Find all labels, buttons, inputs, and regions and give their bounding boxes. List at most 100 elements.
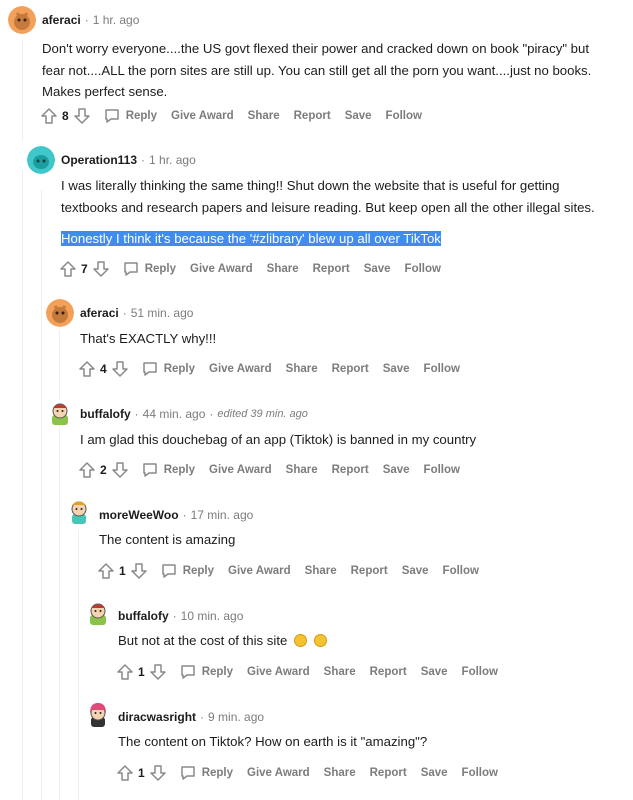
timestamp[interactable]: 51 min. ago <box>131 306 194 320</box>
avatar[interactable] <box>8 6 36 34</box>
upvote-icon[interactable] <box>78 360 96 378</box>
thread-line[interactable] <box>78 530 79 800</box>
thread-line[interactable] <box>22 170 23 800</box>
username[interactable]: Operation113 <box>61 153 137 167</box>
username[interactable]: aferaci <box>42 13 81 27</box>
reply-button[interactable]: Reply <box>179 764 233 782</box>
avatar[interactable] <box>84 599 112 627</box>
follow-button[interactable]: Follow <box>462 767 498 779</box>
reply-button[interactable]: Reply <box>103 107 157 125</box>
vote-count: 7 <box>81 262 88 276</box>
give-award-button[interactable]: Give Award <box>190 263 253 275</box>
avatar[interactable] <box>46 299 74 327</box>
report-button[interactable]: Report <box>313 263 350 275</box>
comment-body: But not at the cost of this site <box>118 630 327 652</box>
timestamp[interactable]: 9 min. ago <box>208 710 264 724</box>
share-button[interactable]: Share <box>286 464 318 476</box>
report-button[interactable]: Report <box>294 110 331 122</box>
upvote-icon[interactable] <box>40 107 58 125</box>
comment-actions: 4 Reply Give Award Share Report Save Fol… <box>78 357 460 381</box>
save-button[interactable]: Save <box>383 363 410 375</box>
avatar[interactable] <box>65 497 93 525</box>
share-button[interactable]: Share <box>267 263 299 275</box>
downvote-icon[interactable] <box>73 107 91 125</box>
downvote-icon[interactable] <box>111 461 129 479</box>
comment-line: That's EXACTLY why!!! <box>80 331 217 346</box>
comment-body: That's EXACTLY why!!! <box>80 328 216 350</box>
give-award-button[interactable]: Give Award <box>247 767 310 779</box>
upvote-icon[interactable] <box>78 461 96 479</box>
upvote-icon[interactable] <box>59 260 77 278</box>
report-button[interactable]: Report <box>332 464 369 476</box>
downvote-icon[interactable] <box>149 764 167 782</box>
give-award-button[interactable]: Give Award <box>228 565 291 577</box>
comment-actions: 2 Reply Give Award Share Report Save Fol… <box>78 458 460 482</box>
reply-button[interactable]: Reply <box>179 663 233 681</box>
comment-icon <box>180 766 195 780</box>
share-button[interactable]: Share <box>324 767 356 779</box>
follow-button[interactable]: Follow <box>443 565 479 577</box>
reply-label: Reply <box>201 666 234 678</box>
give-award-button[interactable]: Give Award <box>209 363 272 375</box>
comment-icon <box>161 564 176 578</box>
timestamp[interactable]: 1 hr. ago <box>93 13 140 27</box>
username[interactable]: moreWeeWoo <box>99 508 179 522</box>
follow-button[interactable]: Follow <box>424 363 460 375</box>
comment-body: Don't worry everyone....the US govt flex… <box>42 38 591 103</box>
downvote-icon[interactable] <box>92 260 110 278</box>
thread-line[interactable] <box>41 190 42 800</box>
reply-button[interactable]: Reply <box>141 360 195 378</box>
reply-button[interactable]: Reply <box>122 260 176 278</box>
report-button[interactable]: Report <box>332 363 369 375</box>
comment-line: I am glad this douchebag of an app (Tikt… <box>80 432 477 447</box>
timestamp[interactable]: 1 hr. ago <box>149 153 196 167</box>
share-button[interactable]: Share <box>324 666 356 678</box>
give-award-button[interactable]: Give Award <box>171 110 234 122</box>
save-button[interactable]: Save <box>345 110 372 122</box>
username[interactable]: buffalofy <box>118 609 169 623</box>
share-button[interactable]: Share <box>305 565 337 577</box>
loudly-crying-face-icon <box>313 634 327 647</box>
thread-line[interactable] <box>22 40 23 140</box>
username[interactable]: aferaci <box>80 306 119 320</box>
report-button[interactable]: Report <box>370 666 407 678</box>
save-button[interactable]: Save <box>421 666 448 678</box>
comment-body: The content on Tiktok? How on earth is i… <box>118 731 427 753</box>
vote-count: 1 <box>138 665 145 679</box>
save-button[interactable]: Save <box>421 767 448 779</box>
timestamp[interactable]: 10 min. ago <box>181 609 244 623</box>
timestamp[interactable]: 17 min. ago <box>191 508 254 522</box>
avatar[interactable] <box>46 399 74 427</box>
comment-actions: 1 Reply Give Award Share Report Save Fol… <box>116 761 498 785</box>
upvote-icon[interactable] <box>116 764 134 782</box>
follow-button[interactable]: Follow <box>424 464 460 476</box>
reply-button[interactable]: Reply <box>141 461 195 479</box>
reply-button[interactable]: Reply <box>160 562 214 580</box>
username[interactable]: buffalofy <box>80 407 131 421</box>
report-button[interactable]: Report <box>370 767 407 779</box>
separator-dot: · <box>200 710 205 724</box>
save-button[interactable]: Save <box>402 565 429 577</box>
separator-dot: · <box>209 407 214 421</box>
save-button[interactable]: Save <box>383 464 410 476</box>
avatar[interactable] <box>27 146 55 174</box>
share-button[interactable]: Share <box>286 363 318 375</box>
follow-button[interactable]: Follow <box>405 263 441 275</box>
avatar[interactable] <box>84 700 112 728</box>
follow-button[interactable]: Follow <box>462 666 498 678</box>
upvote-icon[interactable] <box>116 663 134 681</box>
share-button[interactable]: Share <box>248 110 280 122</box>
username[interactable]: diracwasright <box>118 710 196 724</box>
upvote-icon[interactable] <box>97 562 115 580</box>
downvote-icon[interactable] <box>111 360 129 378</box>
give-award-button[interactable]: Give Award <box>209 464 272 476</box>
timestamp[interactable]: 44 min. ago <box>143 407 206 421</box>
downvote-icon[interactable] <box>149 663 167 681</box>
give-award-button[interactable]: Give Award <box>247 666 310 678</box>
separator-dot: · <box>172 609 177 623</box>
downvote-icon[interactable] <box>130 562 148 580</box>
save-button[interactable]: Save <box>364 263 391 275</box>
comment-line: The content on Tiktok? How on earth is i… <box>118 734 428 749</box>
follow-button[interactable]: Follow <box>386 110 422 122</box>
report-button[interactable]: Report <box>351 565 388 577</box>
